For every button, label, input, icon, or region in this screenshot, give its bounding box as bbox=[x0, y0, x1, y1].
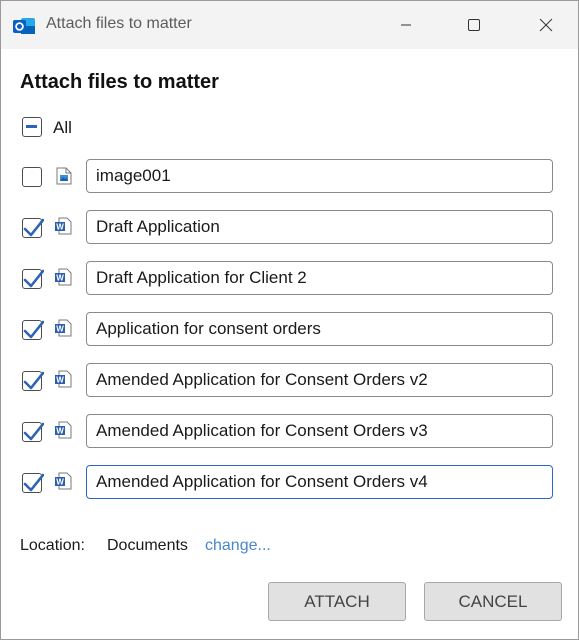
word-doc-icon: W bbox=[54, 421, 72, 439]
change-location-link[interactable]: change... bbox=[205, 537, 271, 555]
file-name-input[interactable] bbox=[86, 159, 553, 193]
file-name-input[interactable] bbox=[86, 414, 553, 448]
svg-text:W: W bbox=[56, 223, 64, 232]
outlook-icon bbox=[12, 14, 36, 38]
image-file-icon bbox=[56, 167, 72, 185]
word-doc-icon: W bbox=[54, 370, 72, 388]
file-checkbox[interactable] bbox=[22, 422, 44, 442]
cancel-button[interactable]: CANCEL bbox=[424, 582, 562, 621]
file-checkbox[interactable] bbox=[22, 269, 44, 289]
title-bar[interactable]: Attach files to matter bbox=[1, 1, 578, 49]
close-icon bbox=[539, 18, 553, 32]
svg-text:W: W bbox=[56, 478, 64, 487]
word-doc-icon: W bbox=[54, 472, 72, 490]
svg-text:W: W bbox=[56, 427, 64, 436]
maximize-icon bbox=[468, 19, 480, 31]
select-all-checkbox[interactable] bbox=[22, 117, 42, 137]
dialog-heading: Attach files to matter bbox=[20, 71, 219, 93]
svg-text:W: W bbox=[56, 376, 64, 385]
file-checkbox[interactable] bbox=[22, 218, 44, 238]
attach-files-window: Attach files to matter Attach files to m… bbox=[0, 0, 579, 640]
file-checkbox[interactable] bbox=[22, 473, 44, 493]
word-doc-icon: W bbox=[54, 319, 72, 337]
minimize-button[interactable] bbox=[383, 1, 429, 49]
location-label: Location: bbox=[20, 537, 85, 554]
location-value: Documents bbox=[107, 537, 188, 554]
window-title: Attach files to matter bbox=[46, 15, 192, 32]
file-name-input[interactable] bbox=[86, 465, 553, 499]
attach-button[interactable]: ATTACH bbox=[268, 582, 406, 621]
select-all-label: All bbox=[53, 118, 72, 137]
file-checkbox[interactable] bbox=[22, 167, 42, 187]
file-name-input[interactable] bbox=[86, 210, 553, 244]
file-name-input[interactable] bbox=[86, 363, 553, 397]
svg-text:W: W bbox=[56, 274, 64, 283]
file-checkbox[interactable] bbox=[22, 371, 44, 391]
minimize-icon bbox=[401, 24, 411, 26]
close-button[interactable] bbox=[523, 1, 569, 49]
maximize-button[interactable] bbox=[451, 1, 497, 49]
word-doc-icon: W bbox=[54, 217, 72, 235]
svg-text:W: W bbox=[56, 325, 64, 334]
word-doc-icon: W bbox=[54, 268, 72, 286]
file-name-input[interactable] bbox=[86, 261, 553, 295]
file-checkbox[interactable] bbox=[22, 320, 44, 340]
file-name-input[interactable] bbox=[86, 312, 553, 346]
